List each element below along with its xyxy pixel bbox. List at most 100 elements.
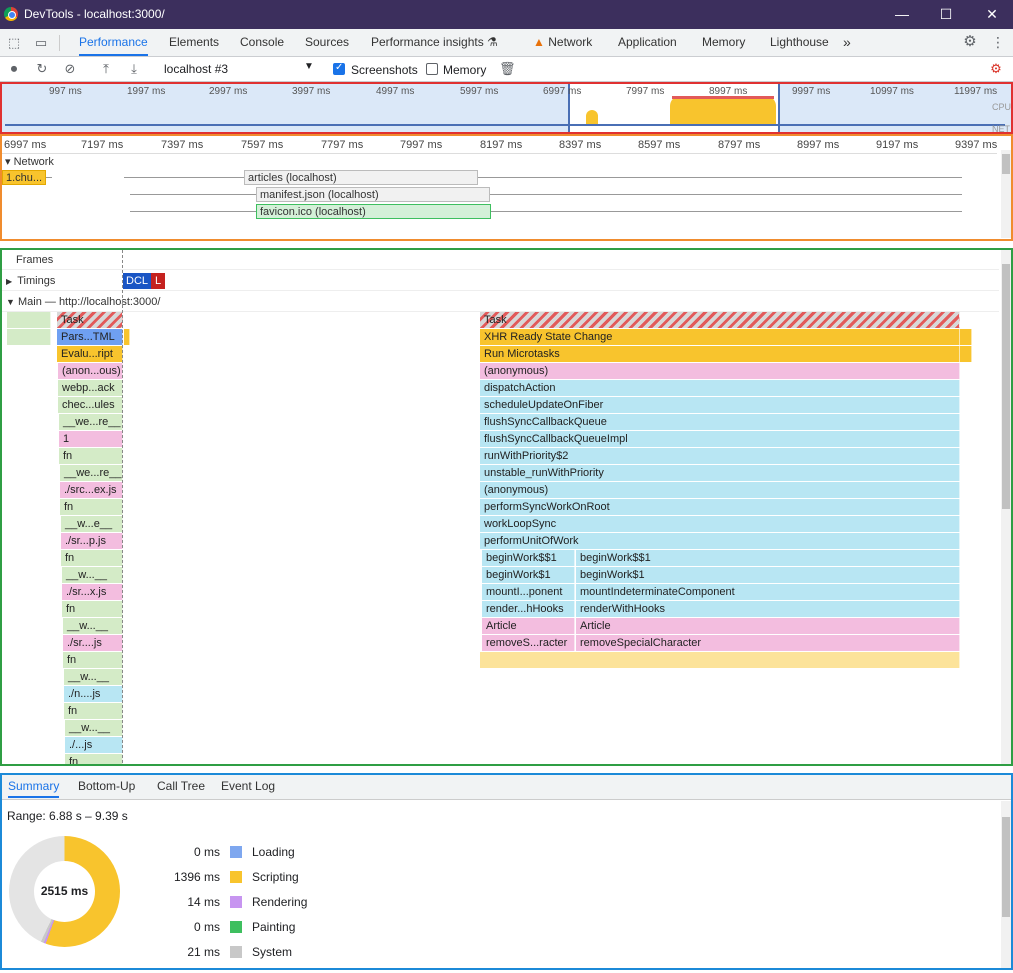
tab-elements[interactable]: Elements [169,29,219,56]
flame-event-children[interactable] [480,652,960,668]
flame-event[interactable]: (anon...ous) [58,363,123,379]
flame-event[interactable]: render...hHooks [482,601,575,617]
upload-icon[interactable]: ⤒ [98,61,114,77]
memory-checkbox[interactable] [426,63,438,75]
flame-event[interactable]: Task [480,312,960,328]
tab-performance-insights[interactable]: Performance insights ⚗ [371,29,498,56]
network-section-header[interactable]: ▾ Network [5,155,54,168]
flame-event[interactable]: fn [65,754,123,764]
flame-event[interactable]: performUnitOfWork [480,533,960,549]
flame-event[interactable]: (anonymous) [480,363,960,379]
scrollbar-thumb[interactable] [1002,817,1010,917]
flame-event-small[interactable] [960,346,972,362]
network-request[interactable]: manifest.json (localhost) [256,187,490,202]
more-options-icon[interactable]: ⋮ [990,34,1006,50]
flame-event[interactable]: webp...ack [58,380,123,396]
main-flame-chart[interactable]: Frames ▶ Timings DCL L ▼ Main — http://l… [0,248,1013,766]
main-thread-track[interactable]: ▼ Main — http://localhost:3000/ [2,292,999,312]
flame-event[interactable]: fn [64,703,123,719]
flame-event[interactable]: ./n....js [64,686,123,702]
network-request[interactable]: favicon.ico (localhost) [256,204,491,219]
inspect-element-icon[interactable]: ⬚ [6,35,22,51]
scrollbar-thumb[interactable] [1002,264,1010,509]
flame-event[interactable]: flushSyncCallbackQueue [480,414,960,430]
flame-event[interactable]: XHR Ready State Change [480,329,960,345]
load-marker[interactable]: L [151,273,166,289]
minimize-button[interactable]: — [879,0,925,29]
flame-event[interactable]: fn [59,448,123,464]
flame-event[interactable]: Task [57,312,123,328]
flame-event[interactable]: ./sr...x.js [62,584,123,600]
tab-bottom-up[interactable]: Bottom-Up [78,779,135,793]
flame-event[interactable]: beginWork$$1 [576,550,960,566]
main-scrollbar[interactable] [1001,250,1011,764]
gear-icon[interactable]: ⚙ [962,34,978,50]
dcl-marker[interactable]: DCL [123,273,152,289]
tab-event-log[interactable]: Event Log [221,779,275,793]
flame-event[interactable]: ./src...ex.js [60,482,123,498]
tab-summary[interactable]: Summary [8,779,60,798]
flame-event[interactable]: Run Microtasks [480,346,960,362]
timings-track[interactable]: ▶ Timings DCL L [2,271,999,291]
flame-event[interactable]: __w...__ [64,669,123,685]
download-icon[interactable]: ⤓ [126,61,142,77]
tab-call-tree[interactable]: Call Tree [157,779,205,793]
flame-event[interactable]: beginWork$$1 [482,550,575,566]
flame-event[interactable]: beginWork$1 [482,567,575,583]
flame-event-small[interactable] [7,312,51,328]
clear-icon[interactable]: ⊘ [62,61,78,77]
flame-event[interactable]: __we...re__ [59,414,123,430]
flame-event[interactable]: scheduleUpdateOnFiber [480,397,960,413]
flame-event[interactable]: fn [62,601,123,617]
flame-event[interactable]: unstable_runWithPriority [480,465,960,481]
tab-network[interactable]: ▲ Network [533,29,592,56]
tab-memory[interactable]: Memory [702,29,745,56]
flame-event[interactable]: __we...re__ [60,465,123,481]
network-request[interactable]: 1.chu... [2,170,46,185]
flame-event[interactable]: mountIndeterminateComponent [576,584,960,600]
capture-settings-icon[interactable]: ⚙ [988,61,1004,77]
flame-event[interactable]: fn [60,499,123,515]
network-scrollbar[interactable] [1001,150,1011,238]
flame-event[interactable]: chec...ules [58,397,123,413]
flame-event[interactable]: ./...js [65,737,123,753]
summary-scrollbar[interactable] [1001,801,1011,968]
flame-event[interactable]: beginWork$1 [576,567,960,583]
more-tabs-icon[interactable]: » [843,29,851,56]
flame-event[interactable]: ./sr...p.js [61,533,123,549]
flame-event[interactable]: dispatchAction [480,380,960,396]
flame-event[interactable]: removeS...racter [482,635,575,651]
flame-event[interactable]: ./sr....js [63,635,123,651]
flame-event[interactable]: renderWithHooks [576,601,960,617]
flame-event[interactable]: flushSyncCallbackQueueImpl [480,431,960,447]
tab-lighthouse[interactable]: Lighthouse [770,29,829,56]
flame-event-small[interactable] [960,329,972,345]
timeline-overview[interactable]: 997 ms 1997 ms 2997 ms 3997 ms 4997 ms 5… [0,82,1013,134]
tab-console[interactable]: Console [240,29,284,56]
device-toolbar-icon[interactable]: ▭ [33,35,49,51]
profile-select[interactable]: localhost #3 ▼ [158,60,318,78]
flame-event[interactable]: removeSpecialCharacter [576,635,960,651]
network-request[interactable]: articles (localhost) [244,170,478,185]
tab-performance[interactable]: Performance [79,29,148,56]
flame-event[interactable]: __w...__ [63,618,123,634]
flame-event[interactable]: __w...__ [62,567,123,583]
flame-event[interactable]: Evalu...ript [57,346,123,362]
flame-event[interactable]: __w...__ [65,720,123,736]
flame-event[interactable]: (anonymous) [480,482,960,498]
close-button[interactable]: ✕ [969,0,1013,29]
flame-event-small[interactable] [124,329,130,345]
flame-event[interactable]: runWithPriority$2 [480,448,960,464]
flame-event[interactable]: fn [63,652,123,668]
flame-event[interactable]: workLoopSync [480,516,960,532]
flame-event-small[interactable] [7,329,51,345]
tab-sources[interactable]: Sources [305,29,349,56]
flame-event[interactable]: fn [61,550,123,566]
tab-application[interactable]: Application [618,29,677,56]
maximize-button[interactable]: ☐ [923,0,969,29]
scrollbar-thumb[interactable] [1002,154,1010,174]
frames-track[interactable]: Frames [2,250,999,270]
flame-event[interactable]: Pars...TML [57,329,123,345]
screenshots-checkbox[interactable] [333,62,345,75]
flame-event[interactable]: performSyncWorkOnRoot [480,499,960,515]
